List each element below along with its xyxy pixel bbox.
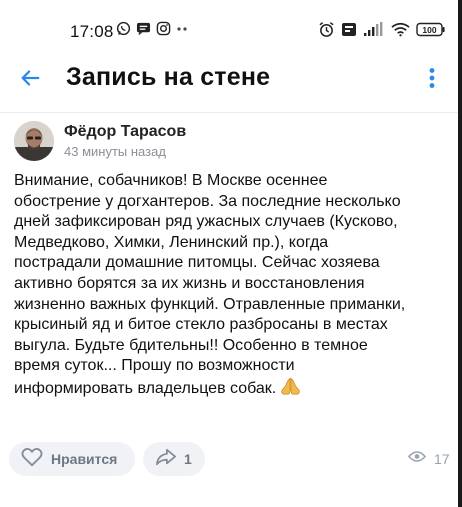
alarm-icon [318, 21, 335, 43]
more-dots-icon [176, 21, 192, 41]
signal-strength-icon [363, 22, 385, 42]
avatar[interactable] [14, 121, 54, 161]
instagram-icon [156, 21, 171, 41]
more-options-button[interactable] [420, 64, 444, 96]
status-bar: 17:08 100 [0, 0, 462, 58]
battery-level: 100 [422, 25, 436, 35]
back-button[interactable] [14, 64, 46, 96]
screen-edge [458, 0, 462, 507]
battery-icon: 100 [416, 22, 446, 42]
chat-bubble-icon [136, 22, 151, 41]
share-button[interactable]: 1 [143, 442, 205, 476]
eye-icon [407, 450, 427, 468]
post-text: Внимание, собачников! В Москве осеннее о… [14, 171, 456, 403]
wifi-icon [391, 22, 410, 42]
status-left-icons [116, 21, 192, 41]
folded-hands-icon [280, 377, 301, 403]
wall-post: Фёдор Тарасов 43 минуты назад Внимание, … [0, 112, 458, 484]
share-arrow-icon [155, 447, 177, 472]
share-count: 1 [184, 451, 192, 467]
status-time: 17:08 [70, 22, 114, 41]
author-name[interactable]: Фёдор Тарасов [64, 123, 186, 141]
post-actions: Нравится 1 17 [0, 441, 462, 477]
like-label: Нравится [51, 451, 118, 467]
more-vertical-icon [429, 67, 435, 94]
sim-card-icon [341, 22, 357, 42]
heart-icon [21, 447, 43, 472]
app-bar: Запись на стене [0, 58, 462, 102]
arrow-left-icon [19, 67, 41, 94]
views-count: 17 [434, 451, 450, 467]
post-timestamp: 43 минуты назад [64, 144, 166, 159]
status-right-icons: 100 [318, 21, 446, 43]
post-text-content: Внимание, собачников! В Москве осеннее о… [14, 172, 406, 397]
page-title: Запись на стене [66, 63, 271, 91]
like-button[interactable]: Нравится [9, 442, 135, 476]
whatsapp-icon [116, 21, 131, 41]
views-counter: 17 [407, 450, 450, 468]
